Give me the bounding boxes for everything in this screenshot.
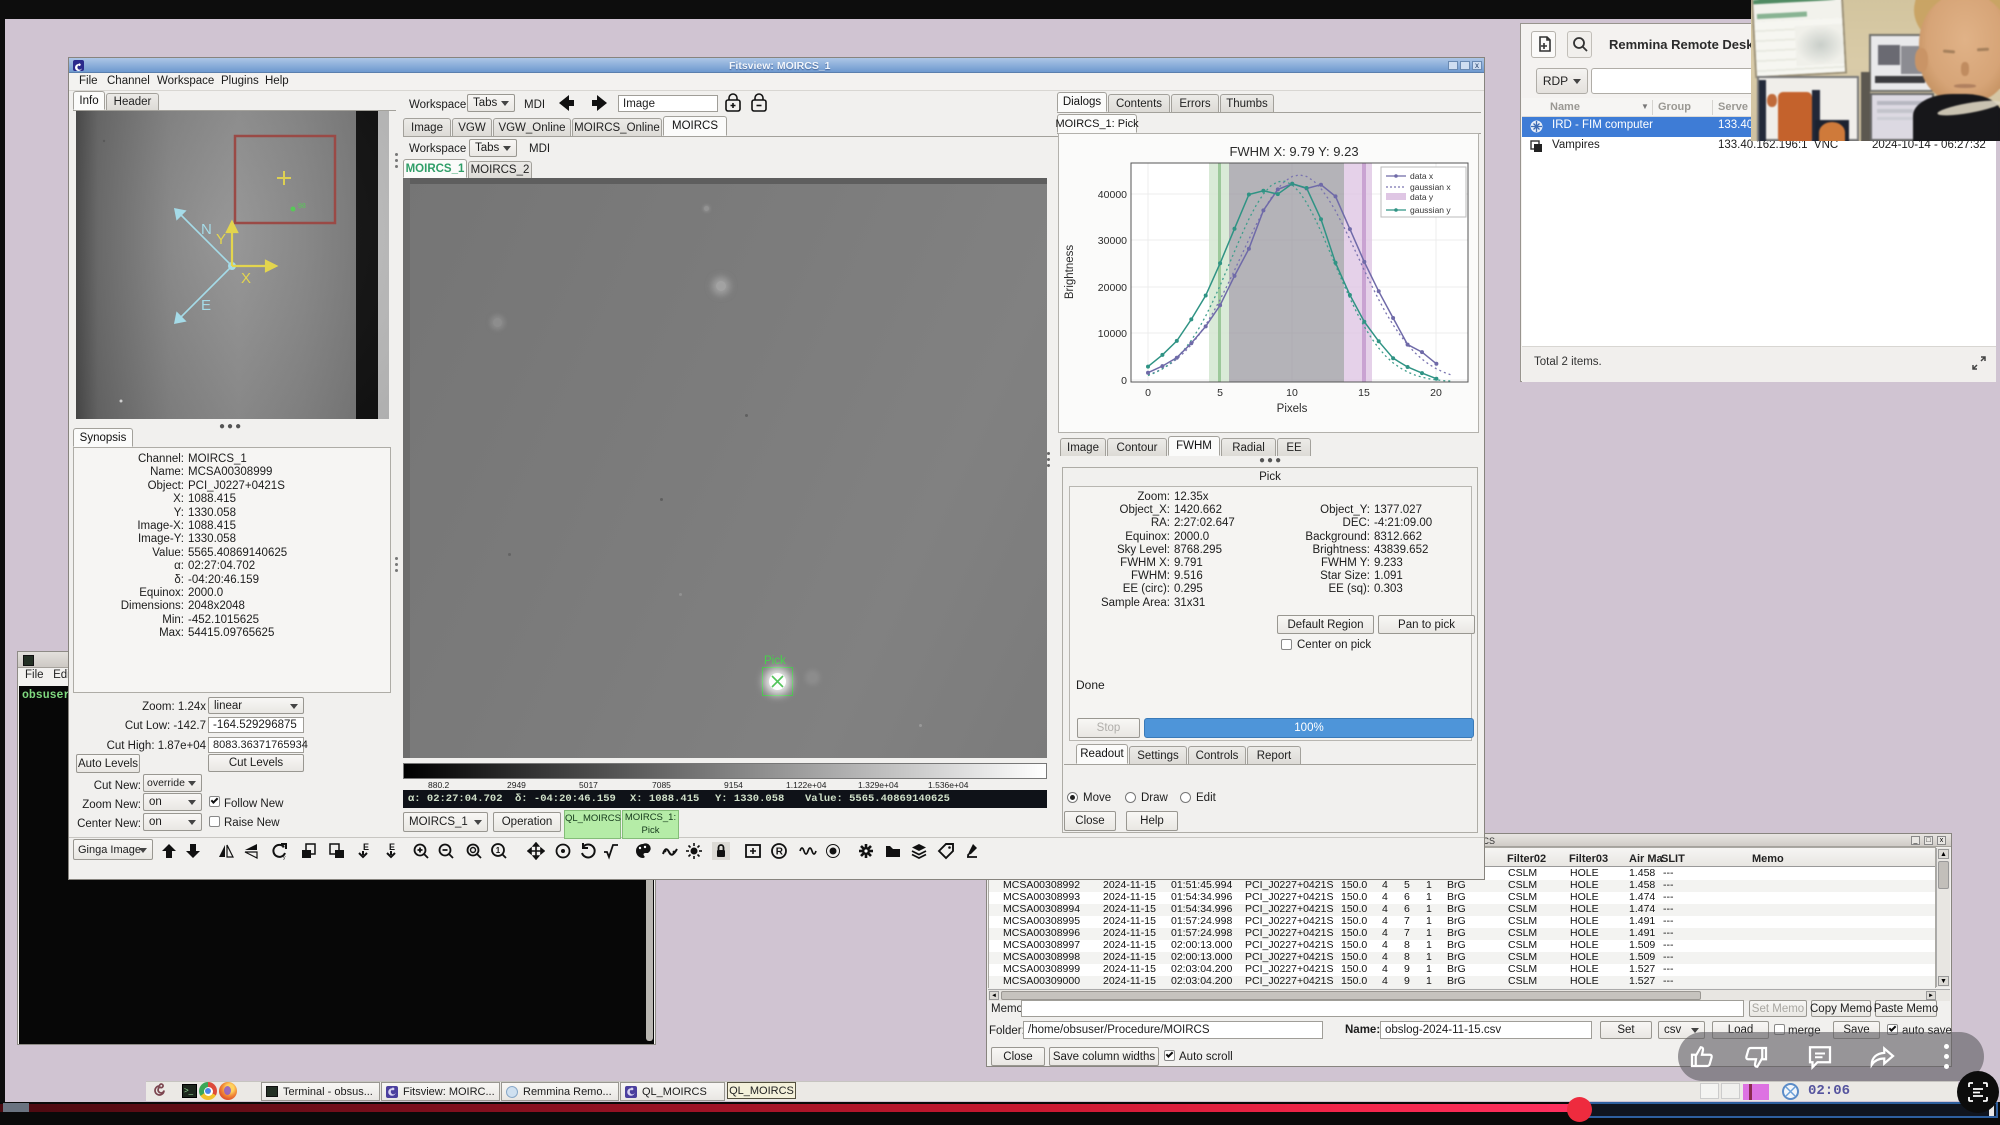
svg-text:gaussian x: gaussian x bbox=[1410, 182, 1451, 192]
svg-text:10000: 10000 bbox=[1098, 328, 1127, 340]
svg-text:Pixels: Pixels bbox=[1277, 403, 1308, 415]
svg-text:0: 0 bbox=[1145, 387, 1151, 399]
svg-text:40000: 40000 bbox=[1098, 189, 1127, 201]
svg-text:Brightness: Brightness bbox=[1064, 245, 1076, 300]
svg-text:E: E bbox=[389, 842, 395, 852]
svg-text:1: 1 bbox=[496, 846, 501, 855]
svg-text:Y: Y bbox=[216, 231, 226, 248]
svg-text:E: E bbox=[363, 842, 369, 852]
svg-text:R: R bbox=[776, 847, 784, 858]
svg-text:0: 0 bbox=[1121, 375, 1127, 387]
svg-text:5: 5 bbox=[1217, 387, 1223, 399]
svg-text:20000: 20000 bbox=[1098, 282, 1127, 294]
svg-text:y: y bbox=[283, 855, 286, 860]
svg-text:gaussian y: gaussian y bbox=[1410, 205, 1451, 215]
svg-text:N: N bbox=[201, 221, 212, 238]
svg-text:20: 20 bbox=[1430, 387, 1442, 399]
svg-text:98: 98 bbox=[298, 203, 306, 210]
svg-text:X: X bbox=[241, 270, 251, 287]
svg-text:30000: 30000 bbox=[1098, 235, 1127, 247]
svg-text:10: 10 bbox=[1286, 387, 1298, 399]
svg-text:E: E bbox=[201, 297, 211, 314]
svg-text:FWHM X: 9.79 Y: 9.23: FWHM X: 9.79 Y: 9.23 bbox=[1229, 144, 1358, 159]
svg-text:data y: data y bbox=[1410, 192, 1434, 202]
svg-text:15: 15 bbox=[1358, 387, 1370, 399]
svg-text:data x: data x bbox=[1410, 171, 1434, 181]
